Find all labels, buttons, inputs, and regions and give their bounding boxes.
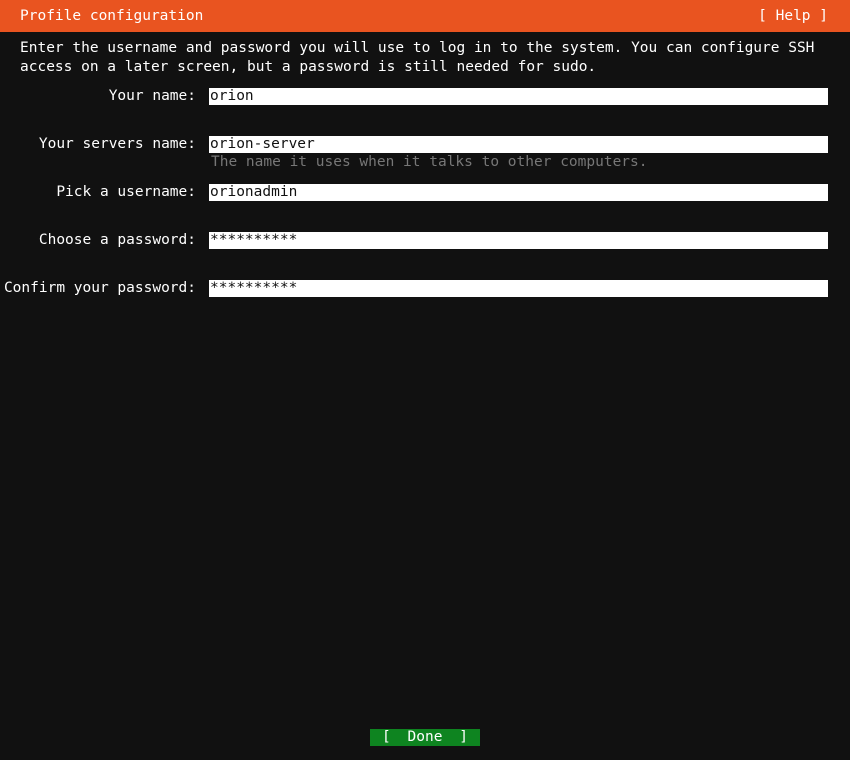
done-button[interactable]: [ Done ] — [370, 729, 480, 746]
input-username[interactable]: orionadmin — [209, 184, 828, 201]
footer-bar: [ Done ] — [0, 729, 850, 746]
label-username: Pick a username: — [56, 184, 196, 200]
profile-form: Your name: orion Your servers name: orio… — [0, 88, 850, 328]
input-password[interactable]: ********** — [209, 232, 828, 249]
done-button-label: Done — [407, 729, 443, 745]
label-your-name: Your name: — [108, 88, 196, 104]
hint-server-name: The name it uses when it talks to other … — [211, 154, 648, 170]
field-row-password: Choose a password: ********** — [0, 232, 850, 280]
input-server-name[interactable]: orion-server — [209, 136, 828, 153]
done-right-bracket: ] — [459, 729, 468, 745]
field-row-username: Pick a username: orionadmin — [0, 184, 850, 232]
input-confirm-password[interactable]: ********** — [209, 280, 828, 297]
field-row-server-name: Your servers name: orion-server The name… — [0, 136, 850, 184]
page-title: Profile configuration — [20, 7, 204, 24]
done-button-inner: [ Done ] — [376, 729, 474, 746]
intro-description: Enter the username and password you will… — [20, 40, 824, 75]
label-password: Choose a password: — [38, 232, 196, 248]
help-button[interactable]: [ Help ] — [758, 8, 828, 25]
label-server-name: Your servers name: — [38, 136, 196, 152]
field-row-your-name: Your name: orion — [0, 88, 850, 136]
done-left-bracket: [ — [382, 729, 391, 745]
field-row-confirm-password: Confirm your password: ********** — [0, 280, 850, 328]
input-your-name[interactable]: orion — [209, 88, 828, 105]
label-confirm-password: Confirm your password: — [3, 280, 196, 296]
title-bar: Profile configuration [ Help ] — [0, 0, 850, 32]
